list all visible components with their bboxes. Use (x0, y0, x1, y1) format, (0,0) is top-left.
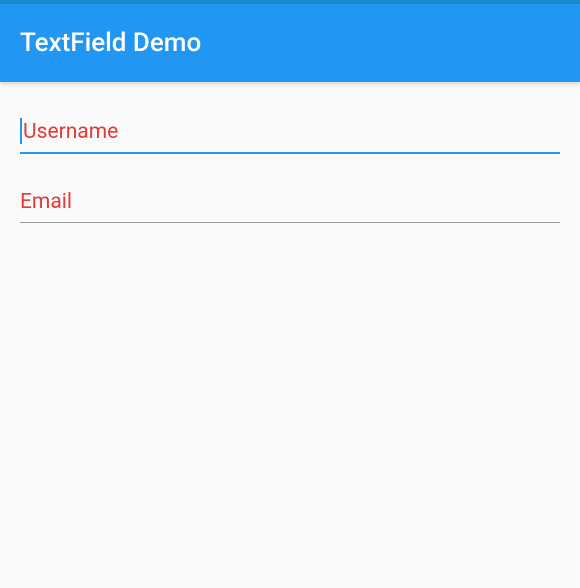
text-cursor (20, 118, 22, 144)
username-input[interactable] (20, 112, 560, 152)
email-input[interactable] (20, 182, 560, 222)
content-area (0, 82, 580, 271)
email-field-container (20, 182, 560, 223)
app-bar: TextField Demo (0, 4, 580, 82)
app-title: TextField Demo (20, 28, 201, 58)
username-field-container (20, 112, 560, 154)
